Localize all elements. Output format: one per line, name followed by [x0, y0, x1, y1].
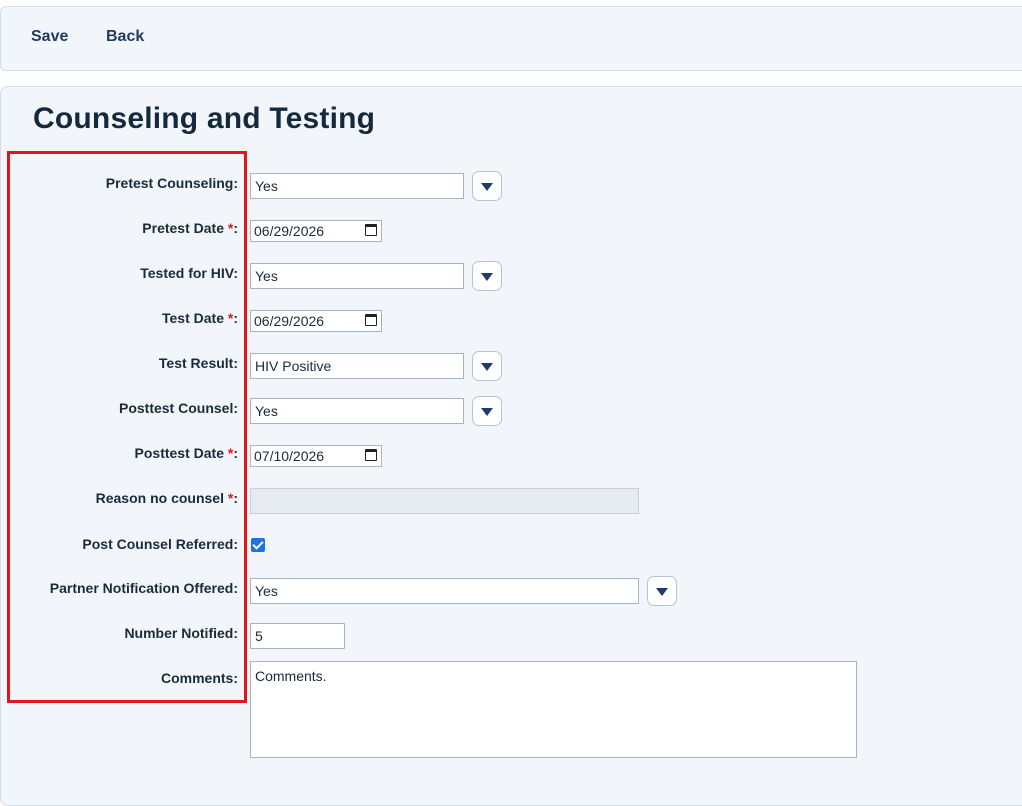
- reason-no-counsel-label: Reason no counsel *:: [95, 490, 238, 506]
- posttest-counsel-label: Posttest Counsel:: [118, 400, 238, 416]
- posttest-date-value: 07/10/2026: [254, 448, 325, 464]
- page-title: Counseling and Testing: [33, 102, 376, 135]
- test-result-label: Test Result:: [158, 355, 238, 371]
- test-result-dropdown-button[interactable]: [472, 351, 502, 381]
- caret-down-icon: [481, 183, 493, 191]
- top-toolbar: Save Back: [0, 6, 1022, 71]
- pretest-date-row: Pretest Date *:: [0, 220, 1022, 250]
- tested-for-hiv-select[interactable]: Yes: [250, 263, 464, 289]
- comments-label: Comments:: [160, 670, 238, 686]
- calendar-icon[interactable]: [365, 449, 377, 461]
- caret-down-icon: [481, 273, 493, 281]
- partner-notification-label: Partner Notification Offered:: [49, 580, 238, 596]
- posttest-date-input[interactable]: 07/10/2026: [250, 445, 382, 467]
- test-result-select[interactable]: HIV Positive: [250, 353, 464, 379]
- calendar-icon[interactable]: [365, 224, 377, 236]
- test-date-row: Test Date *:: [0, 310, 1022, 340]
- pretest-date-input[interactable]: 06/29/2026: [250, 220, 382, 242]
- posttest-counsel-select[interactable]: Yes: [250, 398, 464, 424]
- pretest-date-value: 06/29/2026: [254, 223, 325, 239]
- pretest-counseling-label: Pretest Counseling:: [105, 175, 238, 191]
- calendar-icon[interactable]: [365, 314, 377, 326]
- number-notified-input[interactable]: 5: [250, 623, 345, 649]
- test-date-value: 06/29/2026: [254, 313, 325, 329]
- back-button[interactable]: Back: [106, 28, 144, 46]
- test-date-label: Test Date *:: [162, 310, 238, 326]
- pretest-date-label: Pretest Date *:: [142, 220, 238, 236]
- number-notified-row: Number Notified:: [0, 625, 1022, 655]
- posttest-date-label: Posttest Date *:: [134, 445, 238, 461]
- pretest-counseling-dropdown-button[interactable]: [472, 171, 502, 201]
- tested-for-hiv-dropdown-button[interactable]: [472, 261, 502, 291]
- save-button[interactable]: Save: [31, 28, 68, 46]
- pretest-counseling-row: Pretest Counseling:: [0, 175, 1022, 205]
- tested-for-hiv-row: Tested for HIV:: [0, 265, 1022, 295]
- posttest-counsel-row: Posttest Counsel:: [0, 400, 1022, 430]
- caret-down-icon: [481, 408, 493, 416]
- pretest-counseling-select[interactable]: Yes: [250, 173, 464, 199]
- number-notified-label: Number Notified:: [124, 625, 238, 641]
- post-counsel-referred-label: Post Counsel Referred:: [82, 536, 238, 552]
- caret-down-icon: [656, 588, 668, 596]
- partner-notification-select[interactable]: Yes: [250, 578, 639, 604]
- post-counsel-referred-checkbox[interactable]: [251, 538, 265, 552]
- test-result-row: Test Result:: [0, 355, 1022, 385]
- test-date-input[interactable]: 06/29/2026: [250, 310, 382, 332]
- comments-textarea[interactable]: Comments.: [250, 661, 857, 758]
- reason-no-counsel-field: [250, 488, 639, 514]
- partner-notification-dropdown-button[interactable]: [647, 576, 677, 606]
- tested-for-hiv-label: Tested for HIV:: [140, 265, 238, 281]
- post-counsel-referred-row: Post Counsel Referred:: [0, 536, 1022, 566]
- posttest-date-row: Posttest Date *:: [0, 445, 1022, 475]
- caret-down-icon: [481, 363, 493, 371]
- posttest-counsel-dropdown-button[interactable]: [472, 396, 502, 426]
